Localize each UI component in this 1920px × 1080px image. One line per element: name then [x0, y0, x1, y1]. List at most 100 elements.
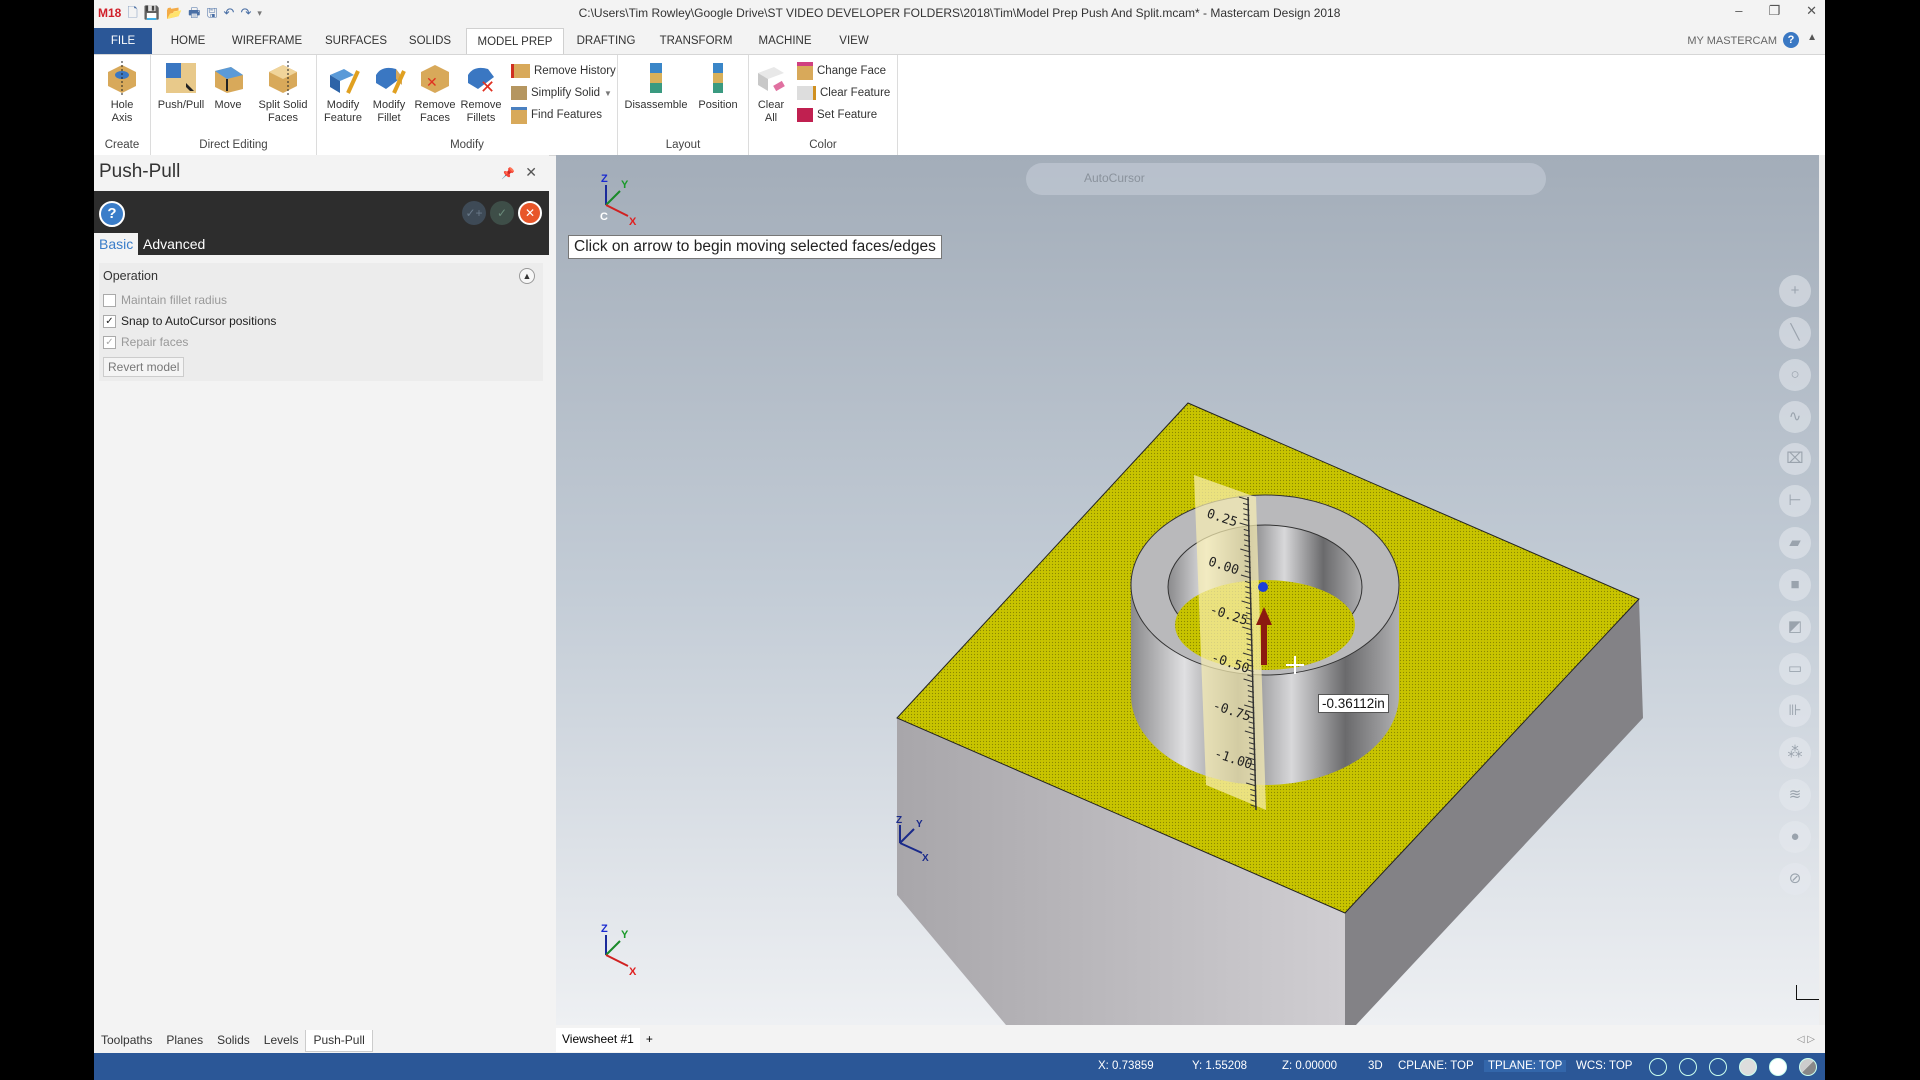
graphics-viewport[interactable]: 0.25 0.00 -0.25 -0.50 -0.75 -1.00 Z Y X C: [556, 155, 1819, 1025]
tab-machine[interactable]: MACHINE: [746, 28, 824, 54]
tab-solids[interactable]: Solids: [210, 1030, 257, 1052]
solid-mask-icon[interactable]: ▰: [1779, 527, 1811, 559]
hidden-line-view-icon[interactable]: [1679, 1058, 1697, 1076]
autocursor-dropdown[interactable]: AutoCursor: [1084, 171, 1145, 185]
tab-file[interactable]: FILE: [94, 28, 152, 54]
remove-history-icon: [511, 64, 530, 78]
clear-all-button[interactable]: Clear All: [751, 61, 791, 125]
tplane-selector[interactable]: TPLANE: TOP: [1484, 1060, 1567, 1072]
drag-handle[interactable]: [1258, 582, 1268, 592]
tab-levels[interactable]: Levels: [257, 1030, 306, 1052]
group-mask-icon[interactable]: ⊪: [1779, 695, 1811, 727]
push-pull-panel: Push-Pull 📌 ✕ ? ✓+ ✓ ✕ Basic Advanced Op…: [94, 155, 549, 1025]
set-feature-icon: [797, 108, 813, 122]
layers-mask-icon[interactable]: ≋: [1779, 779, 1811, 811]
add-viewsheet-button[interactable]: +: [640, 1028, 659, 1052]
ok-and-create-new-button[interactable]: ✓+: [462, 201, 486, 225]
viewport-scrollbar[interactable]: [1819, 155, 1825, 1025]
tab-model-prep[interactable]: MODEL PREP: [466, 28, 564, 56]
ribbon: Hole Axis Create Push/Pull Move Split So…: [94, 54, 1825, 156]
arc-mask-icon[interactable]: ○: [1779, 359, 1811, 391]
wcs-selector[interactable]: WCS: TOP: [1576, 1060, 1632, 1072]
checkbox-checked[interactable]: ✓: [103, 335, 116, 349]
tab-surfaces[interactable]: SURFACES: [316, 28, 396, 54]
remove-faces-button[interactable]: ✕ Remove Faces: [413, 61, 457, 125]
close-button[interactable]: ✕: [1806, 3, 1817, 19]
dropdown-arrow-icon[interactable]: ▼: [604, 89, 612, 98]
repair-faces-checkbox[interactable]: ✓ Repair faces: [103, 335, 188, 349]
my-mastercam-link[interactable]: MY MASTERCAM: [1687, 35, 1777, 47]
disassemble-icon: [639, 61, 673, 95]
section-title: Operation: [103, 269, 158, 283]
tab-push-pull[interactable]: Push-Pull: [305, 1030, 373, 1052]
modify-feature-button[interactable]: Modify Feature: [321, 61, 365, 125]
z-coordinate[interactable]: Z: 0.00000: [1282, 1060, 1337, 1072]
help-icon[interactable]: ?: [99, 201, 125, 227]
minimize-button[interactable]: –: [1735, 3, 1742, 19]
title-bar: M18 🗋 💾 📂 🖶 🖫 ↶ ↷ ▾ C:\Users\Tim Rowley\…: [94, 0, 1825, 26]
simplify-solid-button[interactable]: Simplify Solid ▼: [511, 83, 612, 103]
restore-button[interactable]: ❐: [1768, 3, 1780, 19]
tab-solids[interactable]: SOLIDS: [400, 28, 460, 54]
set-feature-button[interactable]: Set Feature: [797, 105, 877, 125]
surface-mask-icon[interactable]: ⌧: [1779, 443, 1811, 475]
tab-viewsheet-1[interactable]: Viewsheet #1: [556, 1028, 640, 1052]
tab-planes[interactable]: Planes: [159, 1030, 210, 1052]
tab-drafting[interactable]: DRAFTING: [566, 28, 646, 54]
tab-home[interactable]: HOME: [158, 28, 218, 54]
modify-fillet-button[interactable]: Modify Fillet: [367, 61, 411, 125]
face-mask-icon[interactable]: ■: [1779, 569, 1811, 601]
change-face-button[interactable]: Change Face: [797, 61, 886, 81]
cancel-button[interactable]: ✕: [518, 201, 542, 225]
simplify-solid-icon: [511, 86, 527, 100]
tab-transform[interactable]: TRANSFORM: [650, 28, 742, 54]
revert-model-button[interactable]: Revert model: [103, 357, 185, 377]
scroll-arrows[interactable]: ◁ ▷: [1797, 1034, 1815, 1045]
maintain-fillet-radius-checkbox[interactable]: Maintain fillet radius: [103, 293, 227, 307]
shaded-view-icon[interactable]: [1739, 1058, 1757, 1076]
3d-mode-toggle[interactable]: 3D: [1368, 1060, 1383, 1072]
dimension-mask-icon[interactable]: ⊢: [1779, 485, 1811, 517]
checkbox-unchecked[interactable]: [103, 293, 116, 307]
tab-view[interactable]: VIEW: [828, 28, 880, 54]
pin-icon[interactable]: 📌: [501, 167, 515, 180]
collapse-icon[interactable]: ▲: [519, 268, 535, 284]
disassemble-button[interactable]: Disassemble: [622, 61, 690, 112]
ok-button[interactable]: ✓: [490, 201, 514, 225]
position-button[interactable]: Position: [692, 61, 744, 112]
spline-mask-icon[interactable]: ∿: [1779, 401, 1811, 433]
group-label-layout: Layout: [665, 139, 701, 151]
clear-mask-icon[interactable]: ⊘: [1779, 863, 1811, 895]
remove-fillets-button[interactable]: ✕ Remove Fillets: [459, 61, 503, 125]
svg-text:X: X: [629, 966, 637, 978]
remove-faces-icon: ✕: [418, 61, 452, 95]
tab-advanced[interactable]: Advanced: [138, 233, 210, 255]
tab-basic[interactable]: Basic: [94, 233, 139, 255]
point-mask-icon[interactable]: +: [1779, 275, 1811, 307]
hidden-dim-view-icon[interactable]: [1709, 1058, 1727, 1076]
hole-axis-button[interactable]: Hole Axis: [94, 61, 150, 125]
tab-wireframe[interactable]: WIREFRAME: [222, 28, 312, 54]
line-mask-icon[interactable]: ╲: [1779, 317, 1811, 349]
split-solid-faces-button[interactable]: Split Solid Faces: [253, 61, 313, 125]
move-button[interactable]: Move: [205, 61, 251, 112]
translucency-icon[interactable]: [1799, 1058, 1817, 1076]
push-pull-button[interactable]: Push/Pull: [153, 61, 209, 112]
panel-close-icon[interactable]: ✕: [525, 164, 537, 181]
body-mask-icon[interactable]: ◩: [1779, 611, 1811, 643]
color-mask-icon[interactable]: ●: [1779, 821, 1811, 853]
help-icon[interactable]: ?: [1783, 32, 1799, 48]
shaded-edges-view-icon[interactable]: [1769, 1058, 1787, 1076]
cplane-selector[interactable]: CPLANE: TOP: [1398, 1060, 1474, 1072]
wireframe-view-icon[interactable]: [1649, 1058, 1667, 1076]
clear-feature-button[interactable]: Clear Feature: [797, 83, 890, 103]
level-mask-icon[interactable]: ▭: [1779, 653, 1811, 685]
collapse-ribbon-icon[interactable]: ▲: [1807, 32, 1817, 43]
find-features-button[interactable]: Find Features: [511, 105, 602, 125]
results-mask-icon[interactable]: ⁂: [1779, 737, 1811, 769]
tab-toolpaths[interactable]: Toolpaths: [94, 1030, 159, 1052]
remove-history-button[interactable]: Remove History: [511, 61, 616, 81]
snap-autocursor-checkbox[interactable]: ✓ Snap to AutoCursor positions: [103, 314, 276, 328]
autocursor-toolbar: AutoCursor: [1026, 163, 1546, 195]
checkbox-checked[interactable]: ✓: [103, 314, 116, 328]
